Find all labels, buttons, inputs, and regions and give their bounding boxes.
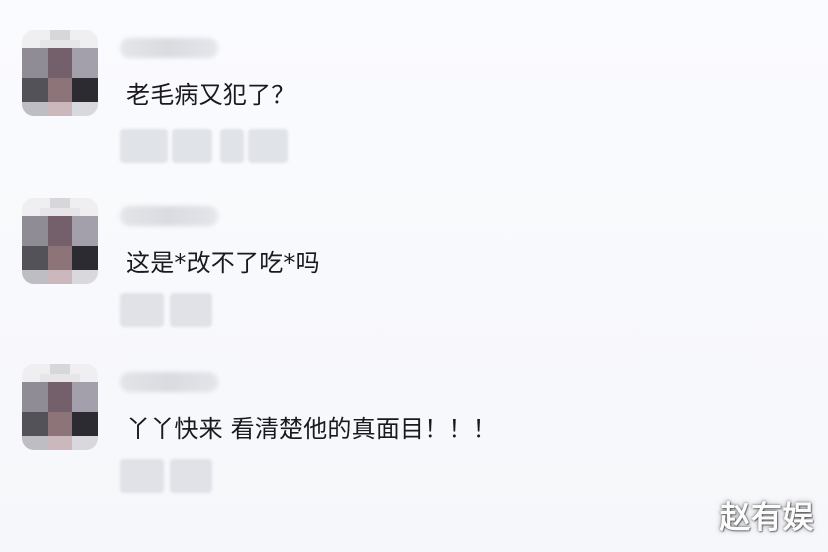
blurred-meta-chip	[120, 129, 168, 163]
comment-text: 老毛病又犯了？	[126, 81, 296, 109]
avatar-block	[48, 270, 72, 284]
blurred-username	[120, 372, 218, 392]
comments-screen: 老毛病又犯了？ 这是*改不了吃*吗 丫丫快来 看清楚他的真面目！！！ 赵有娱	[0, 0, 828, 552]
avatar-block	[48, 436, 72, 450]
avatar[interactable]	[22, 364, 98, 450]
avatar-block	[22, 270, 48, 284]
watermark: 赵有娱	[719, 500, 814, 536]
blurred-meta-chip	[220, 129, 244, 163]
blurred-comment-meta	[120, 293, 240, 327]
avatar-block	[22, 412, 48, 436]
blurred-meta-chip	[172, 129, 212, 163]
blurred-meta-chip	[170, 293, 212, 327]
avatar-block	[48, 48, 72, 78]
avatar-block	[72, 246, 98, 270]
comment-text: 这是*改不了吃*吗	[126, 249, 320, 277]
blurred-comment-meta	[120, 459, 240, 493]
avatar-block	[72, 216, 98, 246]
comment-text: 丫丫快来 看清楚他的真面目！！！	[126, 415, 497, 443]
avatar-block	[48, 102, 72, 116]
avatar-block	[22, 382, 48, 412]
blurred-meta-chip	[170, 459, 212, 493]
avatar-block	[22, 78, 48, 102]
blurred-username	[120, 38, 218, 58]
avatar-block	[48, 412, 72, 436]
avatar-block	[72, 412, 98, 436]
avatar-block	[22, 48, 48, 78]
avatar-block	[22, 246, 48, 270]
blurred-username	[120, 206, 218, 226]
avatar-block	[72, 102, 98, 116]
avatar-block	[48, 78, 72, 102]
comment-item: 丫丫快来 看清楚他的真面目！！！	[22, 352, 802, 502]
avatar-block	[48, 382, 72, 412]
blurred-meta-chip	[120, 293, 164, 327]
avatar-block	[72, 48, 98, 78]
avatar-block	[72, 436, 98, 450]
avatar[interactable]	[22, 30, 98, 116]
avatar-block	[48, 246, 72, 270]
blurred-meta-chip	[248, 129, 288, 163]
avatar-block	[72, 382, 98, 412]
avatar-block	[22, 436, 48, 450]
avatar[interactable]	[22, 198, 98, 284]
avatar-block	[48, 216, 72, 246]
avatar-block	[22, 102, 48, 116]
blurred-comment-meta	[120, 129, 288, 163]
comment-item: 这是*改不了吃*吗	[22, 186, 802, 336]
avatar-block	[22, 216, 48, 246]
avatar-block	[72, 78, 98, 102]
avatar-block	[72, 270, 98, 284]
blurred-meta-chip	[120, 459, 164, 493]
comment-item: 老毛病又犯了？	[22, 18, 802, 168]
